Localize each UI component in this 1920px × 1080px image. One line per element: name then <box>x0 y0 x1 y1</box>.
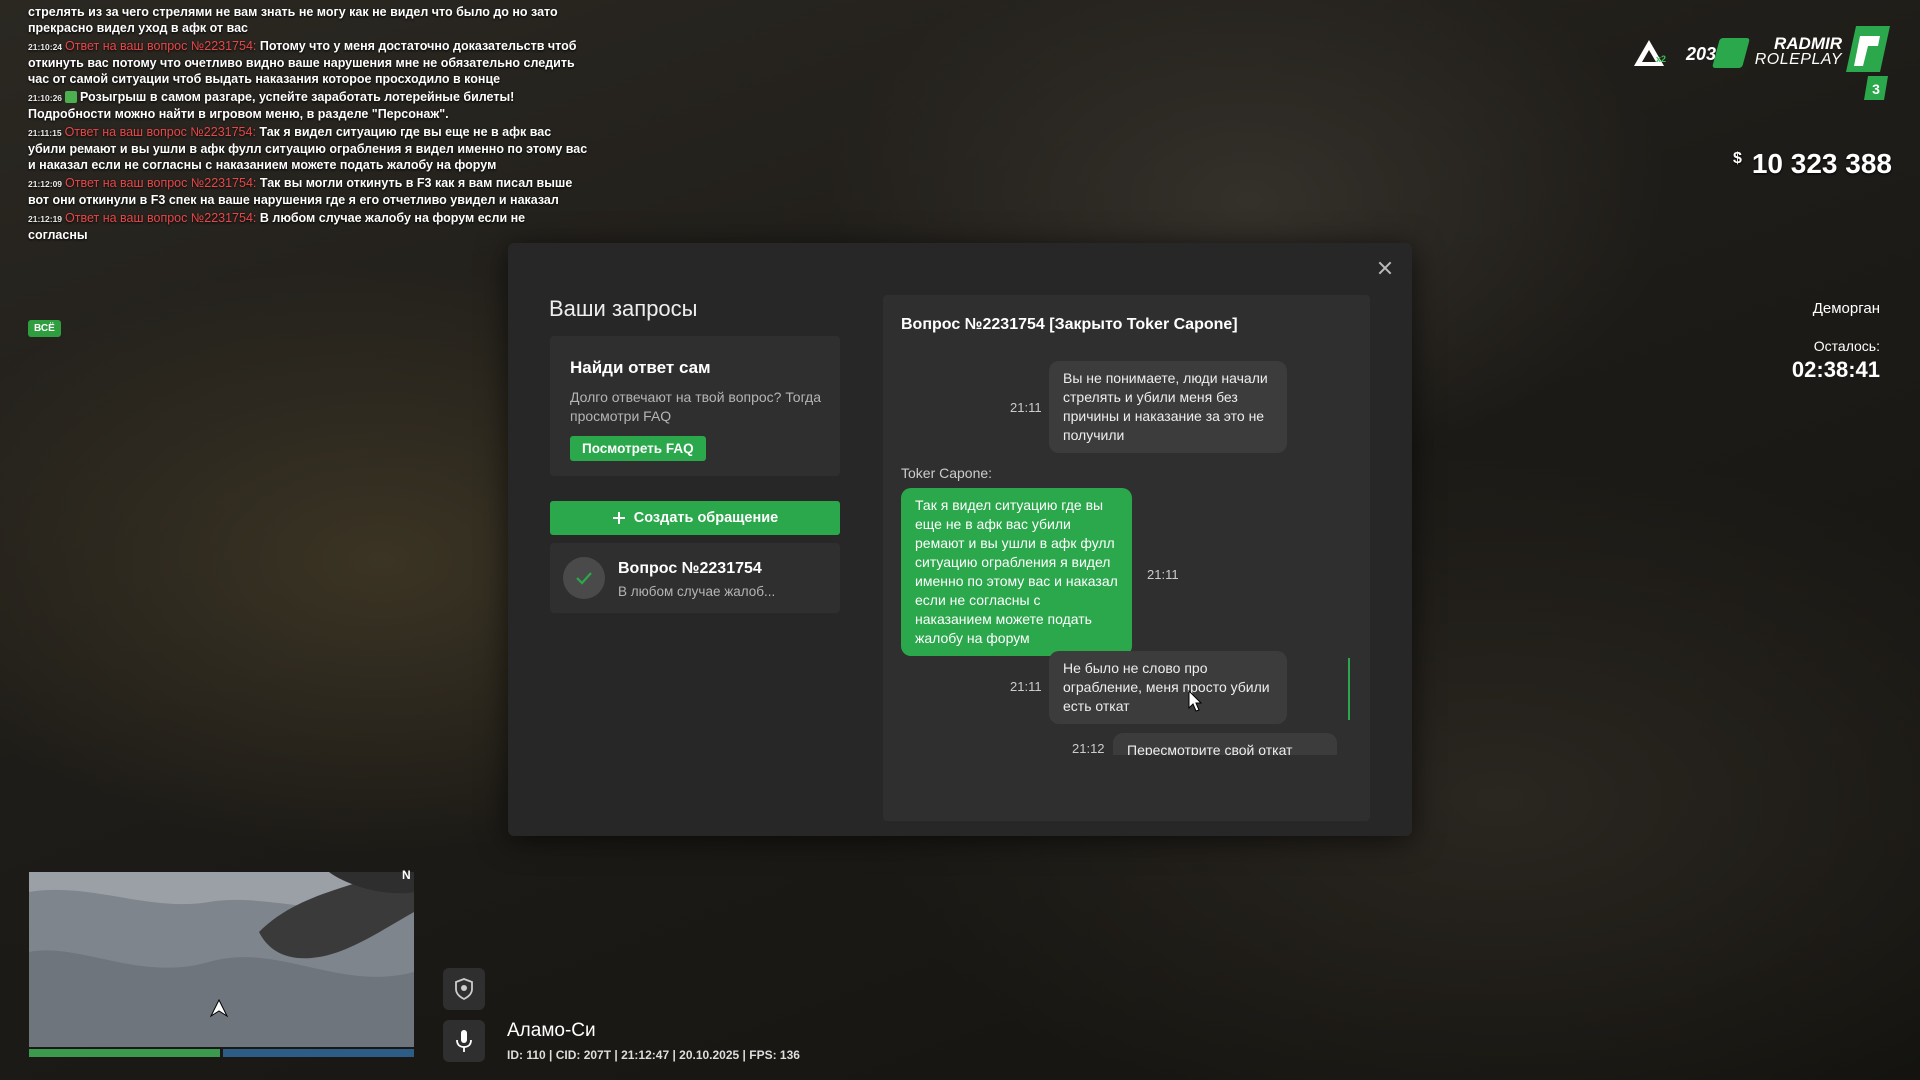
chat-prefix: Ответ на ваш вопрос №2231754: <box>65 176 257 190</box>
requests-modal: Ваши запросы Найди ответ сам Долго отвеч… <box>508 243 1412 836</box>
chat-line: 21:10:24 Ответ на ваш вопрос №2231754: По… <box>28 38 588 87</box>
brand-bottom: ROLEPLAY <box>1754 51 1842 68</box>
chat-prefix: Ответ на ваш вопрос №2231754: <box>64 125 256 139</box>
chat-prefix: Ответ на ваш вопрос №2231754: <box>65 39 257 53</box>
create-request-label: Создать обращение <box>633 510 779 526</box>
minimap-terrain <box>29 872 414 1047</box>
brand-top: RADMIR <box>1774 34 1842 53</box>
health-bar <box>29 1049 220 1057</box>
modal-title: Ваши запросы <box>549 296 698 321</box>
chat-time: 21:11:15 <box>28 128 62 138</box>
message-time: 21:11 <box>1147 567 1179 582</box>
message-author: Toker Capone: <box>901 465 993 481</box>
plus-icon <box>612 512 625 524</box>
microphone-icon <box>456 1030 472 1052</box>
faq-text: Долго отвечают на твой вопрос? Тогда про… <box>570 389 821 424</box>
ticket-preview: В любом случае жалоб... <box>618 584 776 599</box>
chat-time: 21:12:09 <box>28 179 63 189</box>
message-bubble-incoming: Пересмотрите свой откат <box>1113 733 1337 755</box>
message-bubble-incoming: Не было не слово про ограбление, меня пр… <box>1049 651 1287 724</box>
online-count: 203 <box>1686 44 1717 64</box>
remaining-label: Осталось: <box>1813 338 1880 354</box>
north-indicator: N <box>402 868 411 882</box>
minimap <box>29 872 414 1047</box>
chat-text: Розыгрыш в самом разгаре, успейте зарабо… <box>28 90 515 121</box>
currency-icon: $ <box>1732 150 1742 167</box>
message-time: 21:11 <box>1010 679 1042 694</box>
chat-log: стрелять из за чего стрелями не вам знат… <box>28 4 588 245</box>
mouse-cursor-icon <box>1188 690 1202 712</box>
chat-time: 21:10:26 <box>28 93 63 103</box>
chat-line: 21:10:26 Розыгрыш в самом разгаре, успейт… <box>28 89 588 122</box>
message-time: 21:12 <box>1072 741 1105 755</box>
chat-time: 21:10:24 <box>28 42 63 52</box>
server-logo-group: x2 203 RADMIR ROLEPLAY 3 <box>1632 24 1892 104</box>
create-request-button[interactable]: Создать обращение <box>550 501 840 535</box>
message-bubble-outgoing: Так я видел ситуацию где вы еще не в афк… <box>901 488 1132 656</box>
shield-button[interactable] <box>443 968 485 1010</box>
money-display: $10 323 388 <box>1733 148 1892 180</box>
session-status-line: ID: 110 | CID: 207Т | 21:12:47 | 20.10.2… <box>507 1048 800 1062</box>
radmir-r-icon: 3 <box>1846 26 1890 100</box>
message-clip: 21:12 Пересмотрите свой откат <box>883 733 1370 755</box>
close-icon[interactable] <box>1376 259 1394 277</box>
chat-text: стрелять из за чего стрелями не вам знат… <box>28 5 558 35</box>
conversation-scrollbar[interactable] <box>1348 658 1350 720</box>
view-faq-button[interactable]: Посмотреть FAQ <box>570 436 706 461</box>
conversation-title: Вопрос №2231754 [Закрыто Toker Capone] <box>901 316 1238 333</box>
check-icon <box>576 572 592 585</box>
remaining-timer: 02:38:41 <box>1791 357 1880 382</box>
ticket-list-item[interactable]: Вопрос №2231754 В любом случае жалоб... <box>550 543 840 613</box>
chat-line: 21:11:15 Ответ на ваш вопрос №2231754: Та… <box>28 124 588 173</box>
status-label: Деморган <box>1812 300 1880 317</box>
chat-time: 21:12:19 <box>28 214 63 224</box>
chat-line: 21:12:19 Ответ на ваш вопрос №2231754: В … <box>28 210 588 243</box>
ticket-status-icon <box>563 557 605 599</box>
microphone-button[interactable] <box>443 1020 485 1062</box>
multiplier-label: x2 <box>1656 54 1667 64</box>
chat-line: стрелять из за чего стрелями не вам знат… <box>28 4 588 36</box>
message-time: 21:11 <box>1010 400 1042 415</box>
armor-bar <box>223 1049 414 1057</box>
location-name: Аламо-Си <box>507 1020 596 1041</box>
faq-title: Найди ответ сам <box>570 358 711 377</box>
chat-line: 21:12:09 Ответ на ваш вопрос №2231754: Та… <box>28 175 588 208</box>
brand-logo: RADMIR ROLEPLAY <box>1742 34 1842 68</box>
server-number: 3 <box>1872 81 1880 97</box>
chat-prefix: Ответ на ваш вопрос №2231754: <box>65 211 257 225</box>
shield-icon <box>455 978 473 1000</box>
faq-card: Найди ответ сам Долго отвечают на твой в… <box>550 336 840 476</box>
chat-filter-all-button[interactable]: ВСЁ <box>28 320 61 337</box>
ticket-name: Вопрос №2231754 <box>618 560 762 577</box>
message-bubble-incoming: Вы не понимаете, люди начали стрелять и … <box>1049 361 1287 453</box>
conversation-panel[interactable]: Вопрос №2231754 [Закрыто Toker Capone] 2… <box>883 295 1370 821</box>
gift-icon <box>65 91 78 103</box>
money-amount: 10 323 388 <box>1751 148 1892 179</box>
